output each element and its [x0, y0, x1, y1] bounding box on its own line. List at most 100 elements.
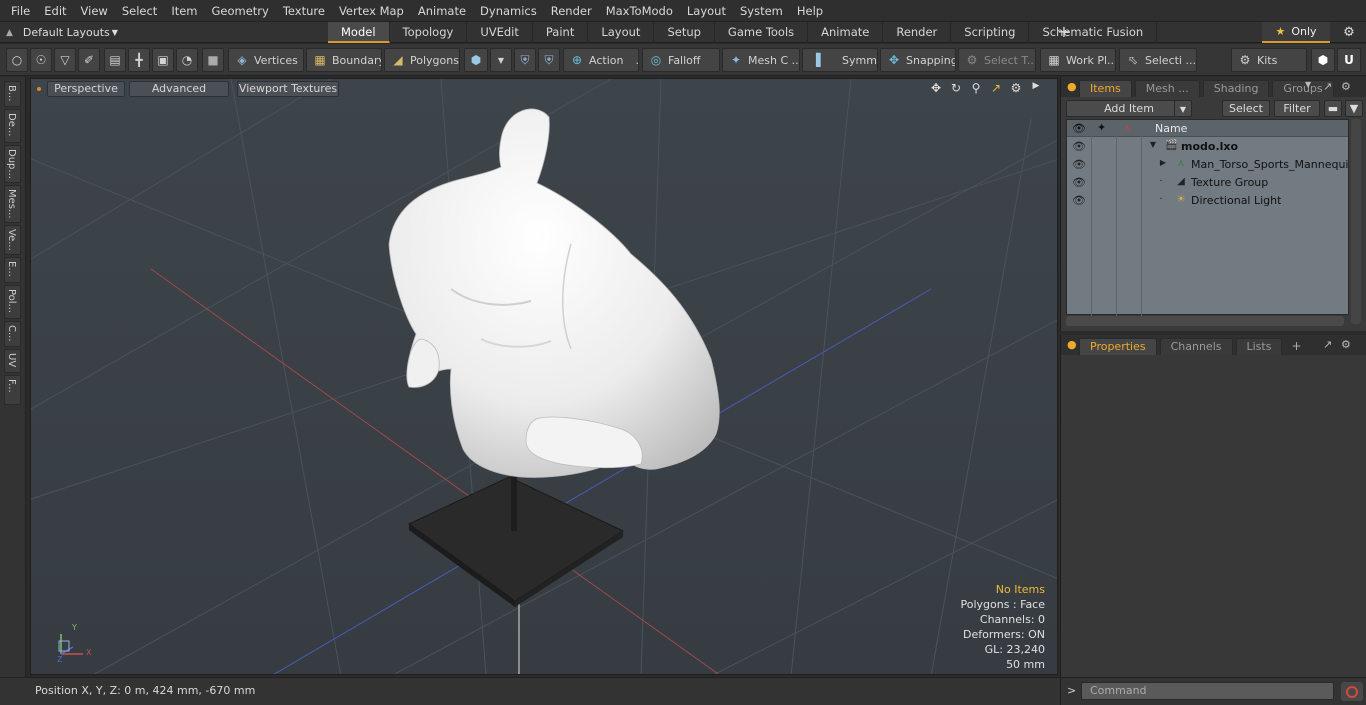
menu-system[interactable]: System [733, 0, 790, 22]
filter-button[interactable]: Filter [1274, 100, 1320, 117]
menu-edit[interactable]: Edit [37, 0, 73, 22]
align-tool[interactable]: ▤ [104, 48, 126, 72]
menu-texture[interactable]: Texture [276, 0, 332, 22]
expand-arrow-icon[interactable]: ▶ [1157, 158, 1169, 170]
mode-dropdown[interactable]: ▼ [490, 48, 512, 72]
tab-model[interactable]: Model [328, 22, 390, 43]
item-mode-button[interactable]: ■ [202, 48, 224, 72]
mesh-constraints-button[interactable]: ✦ Mesh C ... [722, 48, 800, 72]
select-through-button[interactable]: ⚙ Select T... [958, 48, 1036, 72]
only-toggle[interactable]: ★ Only [1262, 22, 1330, 43]
menu-geometry[interactable]: Geometry [205, 0, 276, 22]
kits-button[interactable]: ⚙ Kits [1231, 48, 1307, 72]
viewport-gear-icon[interactable]: ⚙ [1009, 81, 1023, 95]
tree-horizontal-scrollbar[interactable] [1066, 316, 1344, 326]
tab-animate[interactable]: Animate [808, 22, 884, 43]
vertices-button[interactable]: ◈ Vertices [228, 48, 304, 72]
falloff-button[interactable]: ◎ Falloff [642, 48, 720, 72]
panel-gear-icon[interactable]: ⚙ [1341, 338, 1351, 351]
eye-icon[interactable]: 👁 [1072, 176, 1086, 189]
center-tool[interactable]: ╋ [128, 48, 150, 72]
work-plane-button[interactable]: ▦ Work Pl... [1040, 48, 1116, 72]
tab-render[interactable]: Render [883, 22, 952, 43]
symmetry-button[interactable]: ▐ Symm ... [802, 48, 878, 72]
menu-select[interactable]: Select [115, 0, 164, 22]
left-tab-deform[interactable]: De... [4, 109, 21, 143]
tab-shading[interactable]: Shading [1202, 80, 1270, 97]
tab-layout[interactable]: Layout [588, 22, 655, 43]
brush-tool[interactable]: ✐ [78, 48, 100, 72]
left-tab-duplicate[interactable]: Dup... [4, 145, 21, 183]
tab-setup[interactable]: Setup [654, 22, 715, 43]
eye-icon[interactable]: 👁 [1072, 194, 1086, 207]
left-tab-mesh-edit[interactable]: Mes... [4, 185, 21, 223]
tree-row-mesh[interactable]: 👁 ▶ ⋏ Man_Torso_Sports_Mannequi... [1067, 156, 1349, 174]
move-icon[interactable]: ✥ [929, 81, 943, 95]
left-tab-polygon[interactable]: Pol... [4, 285, 21, 319]
command-input[interactable]: Command [1081, 682, 1334, 700]
selection-sets-button[interactable]: ⬁ Selecti ... [1119, 48, 1197, 72]
unreal-button[interactable]: U [1337, 48, 1361, 72]
menu-render[interactable]: Render [544, 0, 599, 22]
menu-maxtomodo[interactable]: MaxToModo [599, 0, 680, 22]
panel-expand-icon[interactable]: ↗ [1323, 338, 1332, 351]
action-center-button[interactable]: ⊕ Action... [563, 48, 639, 72]
tab-items[interactable]: Items [1079, 80, 1132, 97]
unity-button[interactable]: ⬢ [1311, 48, 1335, 72]
viewport-textures-button[interactable]: Viewport Textures [237, 81, 339, 97]
tab-uvedit[interactable]: UVEdit [467, 22, 533, 43]
menu-vertex-map[interactable]: Vertex Map [332, 0, 411, 22]
tree-row-texture-group[interactable]: 👁 · ◢ Texture Group [1067, 174, 1348, 192]
tab-game-tools[interactable]: Game Tools [715, 22, 809, 43]
left-tab-vertex[interactable]: Ve... [4, 225, 21, 255]
tab-properties[interactable]: Properties [1079, 338, 1157, 355]
eye-icon[interactable]: 👁 [1072, 140, 1086, 153]
filter-funnel-button[interactable]: ▼ [1345, 100, 1363, 117]
tab-mesh[interactable]: Mesh ... [1134, 80, 1200, 97]
panel-dropdown-icon[interactable]: ▼ [1305, 80, 1311, 89]
tree-vertical-scrollbar[interactable] [1351, 119, 1361, 324]
add-panel-tab-icon[interactable]: + [1291, 338, 1301, 355]
maximize-icon[interactable]: ↗ [989, 81, 1003, 95]
panel-dot-icon[interactable]: ● [1067, 80, 1077, 93]
menu-animate[interactable]: Animate [411, 0, 473, 22]
add-tab-plus-icon[interactable]: + [1057, 22, 1071, 43]
tab-paint[interactable]: Paint [533, 22, 589, 43]
rotate-tool[interactable]: ◔ [176, 48, 198, 72]
tab-channels[interactable]: Channels [1159, 338, 1233, 355]
tab-topology[interactable]: Topology [390, 22, 468, 43]
left-tab-basic[interactable]: B... [4, 81, 21, 107]
layouts-dropdown[interactable]: ▲ Default Layouts ▼ [6, 22, 118, 43]
viewport-menu-dot[interactable] [37, 87, 41, 91]
left-tab-curve[interactable]: C... [4, 321, 21, 347]
menu-layout[interactable]: Layout [680, 0, 733, 22]
pivot-shield-button[interactable]: ⛨ [538, 48, 560, 72]
left-tab-edge[interactable]: E... [4, 257, 21, 283]
3d-viewport[interactable]: Y X Z Perspective Advanced Viewport Text… [30, 78, 1058, 675]
tree-row-directional-light[interactable]: 👁 · ☀ Directional Light [1067, 192, 1348, 210]
pen-tool[interactable]: ▽ [54, 48, 76, 72]
boundary-button[interactable]: ▦ Boundary [306, 48, 382, 72]
menu-view[interactable]: View [74, 0, 115, 22]
globe-tool[interactable]: ☉ [30, 48, 52, 72]
name-column-header[interactable]: Name [1155, 122, 1187, 135]
collapse-button[interactable]: ▬ [1324, 100, 1342, 117]
material-mode-button[interactable]: ⬢ [464, 48, 488, 72]
select-button[interactable]: Select [1222, 100, 1270, 117]
tab-lists[interactable]: Lists [1235, 338, 1283, 355]
menu-item[interactable]: Item [164, 0, 204, 22]
panel-dot-icon[interactable]: ● [1067, 338, 1077, 351]
advanced-button[interactable]: Advanced [129, 81, 229, 97]
symmetry-shield-button[interactable]: ⛨ [514, 48, 536, 72]
menu-help[interactable]: Help [790, 0, 830, 22]
left-tab-fusion[interactable]: F... [4, 375, 21, 405]
record-macro-button[interactable] [1341, 682, 1363, 701]
element-tool[interactable]: ▣ [152, 48, 174, 72]
perspective-button[interactable]: Perspective [47, 81, 125, 97]
play-arrow-icon[interactable]: ▶ [1029, 81, 1043, 95]
tab-scripting[interactable]: Scripting [951, 22, 1030, 43]
eye-icon[interactable]: 👁 [1072, 158, 1086, 171]
select-circle-tool[interactable]: ○ [6, 48, 28, 72]
panel-expand-icon[interactable]: ↗ [1323, 80, 1332, 93]
menu-file[interactable]: File [4, 0, 37, 22]
